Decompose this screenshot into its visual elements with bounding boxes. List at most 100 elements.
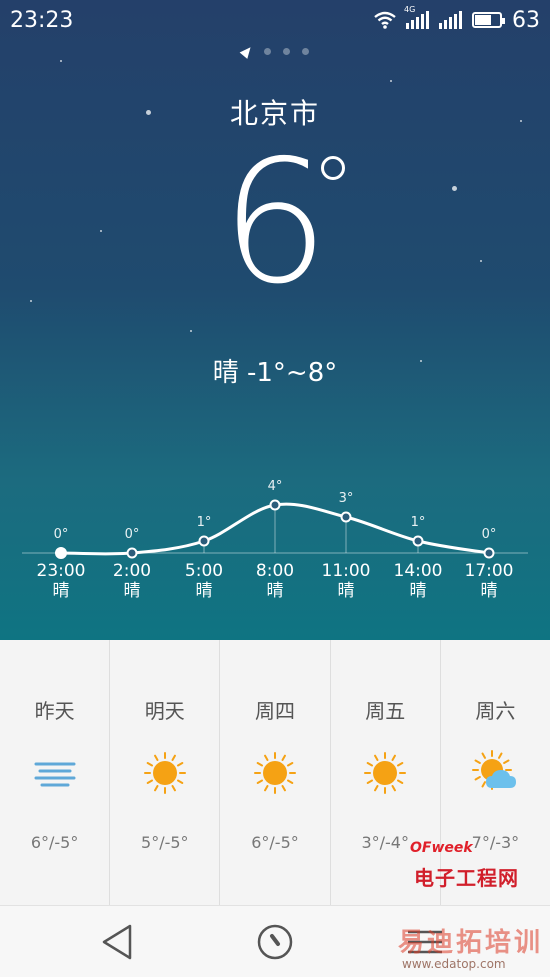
sun-ray [171,754,176,762]
hour-point[interactable] [55,547,67,559]
sun-ray [391,754,397,762]
star [190,330,192,332]
day-name: 周五 [365,699,406,723]
watermark-edu: 易迪拓培训 [398,928,544,958]
sun-ray [374,754,379,762]
sun-disc [263,761,287,785]
battery-icon [472,12,505,28]
page-dot [301,48,309,55]
back-icon [102,924,132,960]
sun-ray [176,762,184,767]
day-temp-range: 6°/-5° [30,833,79,852]
sun-ray [264,784,269,792]
hour-condition-label: 晴 [124,581,141,601]
sun-icon [254,752,296,794]
hour-time-label: 2:00 [113,561,151,581]
star [390,80,392,82]
sun-ray [281,754,286,762]
status-time: 23:23 [10,7,74,33]
compass-icon [257,924,293,960]
day-name: 周六 [475,699,516,723]
hour-temp-label: 1° [411,515,426,530]
wifi-icon [374,11,396,29]
hour-point[interactable] [483,547,495,559]
day-forecast-1[interactable]: 明天 5°/-5° [109,640,219,905]
hour-time-label: 17:00 [465,561,514,581]
page-dot [282,48,290,55]
hour-condition-label: 晴 [53,581,70,601]
hour-condition-label: 晴 [410,581,427,601]
hourly-temperature-chart: 0°23:00晴0°2:00晴1°5:00晴4°8:00晴3°11:00晴1°1… [22,479,528,601]
hour-temp-label: 4° [268,479,283,494]
condition-summary: 晴 -1°~8° [212,358,338,388]
hour-condition-label: 晴 [267,581,284,601]
sun-ray [171,784,176,792]
haze-icon [34,762,76,787]
current-temperature: 6 [220,124,330,322]
sun-ray [481,781,487,788]
hour-time-label: 11:00 [322,561,371,581]
hour-condition-label: 晴 [481,581,498,601]
sun-ray [366,779,374,784]
hour-point[interactable] [340,511,352,523]
signal-4g: 4G [404,5,429,29]
sun-ray [281,784,286,792]
watermark-site: 电子工程网 [414,866,519,890]
day-name: 周四 [255,699,295,723]
hour-point[interactable] [198,535,210,547]
back-button[interactable] [72,906,162,977]
signal-icon-2 [439,11,462,29]
status-icons: 4G 63 [374,5,540,33]
hour-temp-label: 1° [197,515,212,530]
day-forecast-2[interactable]: 周四 6°/-5° [219,640,329,905]
home-button[interactable] [230,906,320,977]
watermark-url: www.edatop.com [402,957,506,971]
location-arrow-icon [239,44,254,59]
sun-ray [153,754,159,762]
sun-cloud-icon [472,750,517,790]
hour-condition-label: 晴 [196,581,213,601]
sun-ray [503,759,510,764]
hour-temp-label: 3° [339,491,354,506]
hour-time-label: 14:00 [394,561,443,581]
weather-hero: 23:23 4G 63 北京市 6 晴 -1°~8° 0° 23:00 晴 0°… [0,0,550,640]
hour-temp-label: 0° [125,527,140,542]
day-temp-range: 6°/-5° [251,833,299,852]
day-name: 明天 [144,699,185,723]
sun-ray [256,762,264,767]
page-dot [263,48,271,55]
sun-ray [264,754,269,762]
sun-ray [397,762,404,767]
hour-time-label: 23:00 [37,561,86,581]
sun-icon [364,752,407,794]
sun-ray [374,784,379,792]
hour-point[interactable] [126,547,138,559]
page-indicator[interactable] [0,44,550,59]
degree-symbol [321,156,345,180]
day-forecast-0[interactable]: 昨天 6°/-5° [0,640,109,905]
watermark-brand: OFweek [410,840,473,856]
hour-point[interactable] [412,535,424,547]
hour-point[interactable] [269,499,281,511]
sun-ray [474,759,482,764]
hour-temp-label: 0° [54,527,69,542]
sun-ray [366,762,374,767]
sun-ray [286,779,294,784]
hour-time-label: 8:00 [256,561,294,581]
sun-ray [498,752,503,759]
sun-ray [146,762,153,767]
sun-disc [373,761,398,785]
sun-ray [481,752,487,759]
network-label: 4G [404,5,416,14]
status-bar: 23:23 4G 63 [0,0,550,40]
sun-ray [256,779,264,784]
sun-ray [146,779,153,784]
day-temp-range: 5°/-5° [141,833,189,852]
battery-percent: 63 [512,7,540,33]
day-name: 昨天 [34,699,75,723]
hour-condition-label: 晴 [338,581,355,601]
battery-fill [475,15,492,25]
hour-time-label: 5:00 [185,561,223,581]
sun-ray [176,779,184,784]
sun-ray [286,762,294,767]
